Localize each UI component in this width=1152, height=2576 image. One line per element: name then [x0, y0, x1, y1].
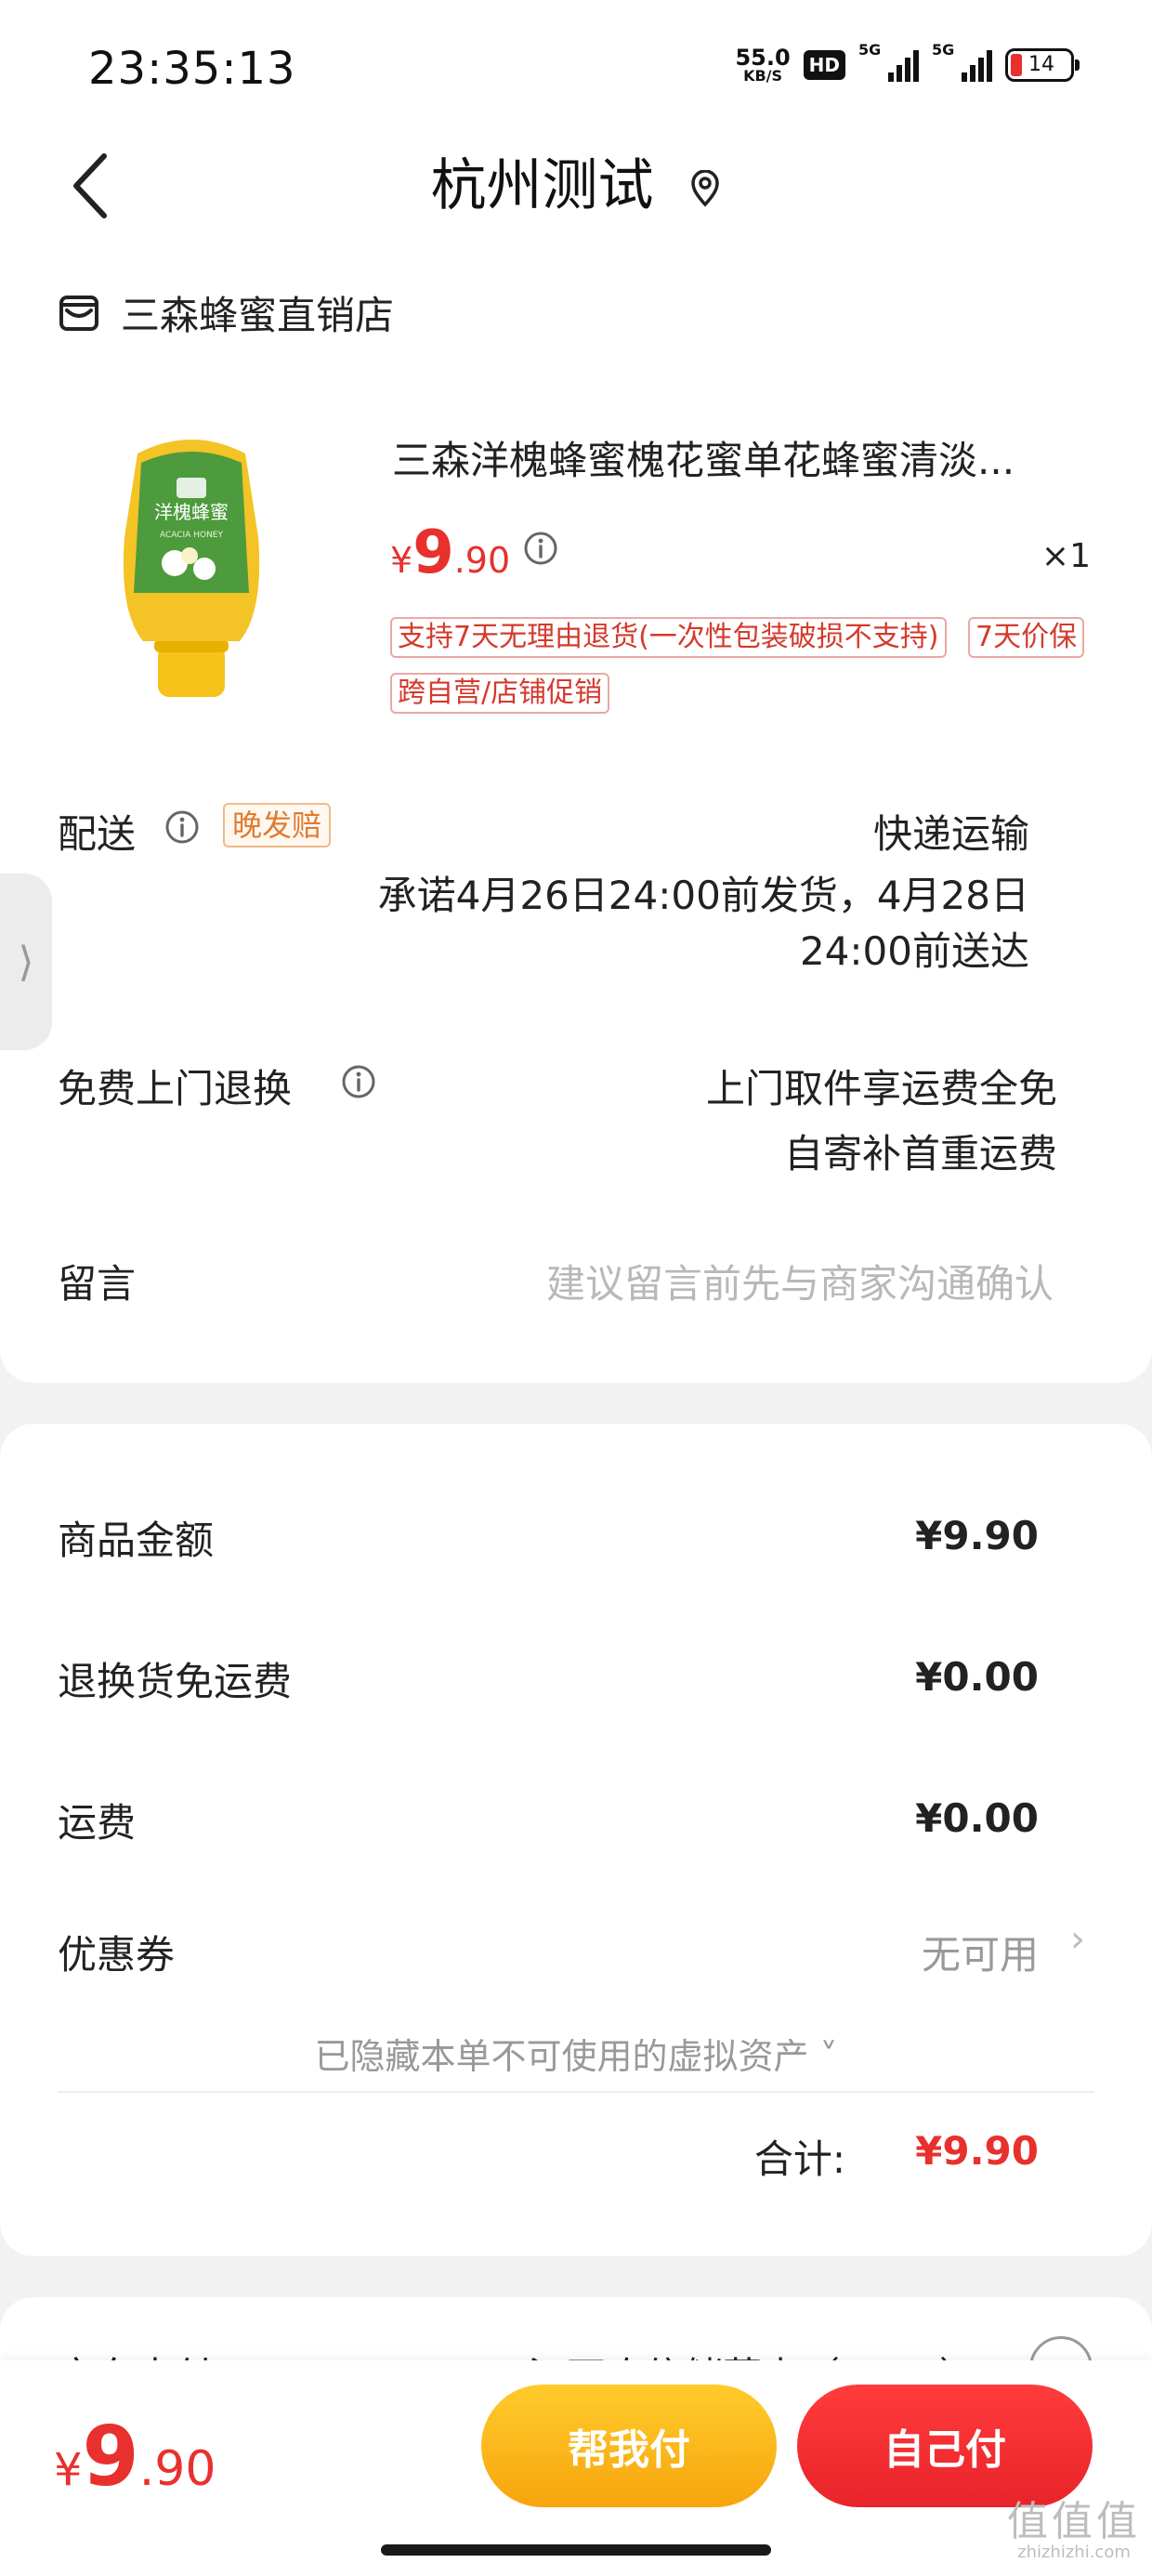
network-speed-unit: KB/S: [743, 67, 783, 85]
status-icons: 55.0 KB/S HD 5G 5G 14: [735, 41, 1080, 84]
signal-label-2: 5G: [932, 41, 955, 59]
shipping-label: 运费: [58, 1800, 137, 1846]
product-image[interactable]: 洋槐蜂蜜 ACACIA HONEY: [100, 426, 282, 704]
message-input[interactable]: 建议留言前先与商家沟通确认: [546, 1253, 1054, 1309]
promotion-tag: 跨自营/店铺促销: [390, 673, 610, 714]
bottom-total-price: ¥ 9 .90: [54, 2409, 216, 2504]
side-drawer-handle[interactable]: ⟩: [0, 874, 52, 1050]
chevron-right-icon: ⟩: [18, 938, 34, 986]
delivery-promise-line1: 承诺4月26日24:00前发货，4月28日: [377, 873, 1029, 918]
home-indicator[interactable]: [381, 2544, 771, 2556]
status-time: 23:35:13: [88, 43, 296, 95]
price-decimal: .90: [453, 540, 511, 581]
bottom-price-symbol: ¥: [54, 2444, 83, 2496]
coupon-label: 优惠券: [58, 1932, 176, 1978]
price-integer: 9: [412, 519, 454, 587]
signal-icon: 5G: [858, 41, 919, 82]
order-card: 三森蜂蜜直销店 洋槐蜂蜜 ACACIA HONEY 三森洋槐蜂蜜槐花蜜单花蜂蜜清…: [0, 251, 1152, 1383]
total-value: ¥9.90: [915, 2128, 1039, 2174]
product-image-sub: ACACIA HONEY: [160, 531, 224, 540]
shipping-value: ¥0.00: [915, 1795, 1039, 1841]
price-info-icon[interactable]: [522, 530, 559, 567]
battery-icon: 14: [1005, 48, 1080, 82]
signal-label: 5G: [858, 41, 882, 59]
total-label: 合计:: [753, 2136, 845, 2182]
free-exchange-line2: 自寄补首重运费: [783, 1131, 1057, 1176]
page-title-text: 杭州测试: [430, 153, 654, 218]
product-image-label: 洋槐蜂蜜: [154, 501, 229, 523]
store-icon: [59, 295, 98, 331]
network-speed: 55.0 KB/S: [735, 46, 790, 84]
store-name: 三森蜂蜜直销店: [121, 293, 395, 338]
price-symbol: ¥: [390, 540, 413, 581]
coupon-chevron-icon[interactable]: ›: [1070, 1918, 1085, 1961]
price-protection-tag: 7天价保: [968, 617, 1085, 658]
hidden-assets-toggle[interactable]: 已隐藏本单不可使用的虚拟资产 ˅: [0, 2028, 1152, 2079]
delivery-method[interactable]: 快递运输: [873, 803, 1029, 860]
price-summary-card: 商品金额 ¥9.90 退换货免运费 ¥0.00 运费 ¥0.00 优惠券 无可用…: [0, 1424, 1152, 2256]
delivery-promise-line2: 24:00前送达: [799, 928, 1029, 974]
goods-amount-label: 商品金额: [58, 1518, 215, 1563]
return-shipping-label: 退换货免运费: [58, 1659, 293, 1704]
bottom-price-decimal: .90: [138, 2441, 216, 2497]
signal-icon-2: 5G: [932, 41, 992, 82]
divider: [58, 2091, 1094, 2093]
free-exchange-line1: 上门取件享运费全免: [705, 1066, 1057, 1111]
bottom-price-integer: 9: [82, 2409, 139, 2504]
location-pin-icon: [690, 170, 719, 208]
watermark-url: zhizhizhi.com: [1017, 2543, 1131, 2562]
battery-level: 14: [1028, 53, 1054, 76]
product-quantity: ×1: [1041, 537, 1091, 575]
bottom-bar: ¥ 9 .90 帮我付 自己付 值值值 zhizhizhi.com: [0, 2360, 1152, 2576]
watermark: 值值值 zhizhizhi.com: [1007, 2498, 1141, 2563]
network-speed-value: 55.0: [735, 45, 791, 71]
delivery-info-icon[interactable]: [164, 808, 201, 846]
goods-amount-value: ¥9.90: [915, 1513, 1039, 1558]
status-bar: 23:35:13 55.0 KB/S HD 5G 5G 14: [0, 0, 1152, 130]
product-price: ¥ 9 .90: [390, 519, 510, 587]
watermark-text: 值值值: [1007, 2498, 1141, 2545]
help-me-pay-button[interactable]: 帮我付: [481, 2385, 777, 2507]
page-title[interactable]: 杭州测试: [0, 149, 1152, 223]
delivery-label: 配送: [58, 811, 137, 857]
store-header[interactable]: 三森蜂蜜直销店: [58, 284, 394, 341]
coupon-value[interactable]: 无可用: [922, 1924, 1039, 1980]
hd-icon: HD: [803, 50, 845, 80]
return-shipping-value: ¥0.00: [915, 1654, 1039, 1700]
exchange-info-icon[interactable]: [340, 1063, 377, 1100]
free-exchange-label: 免费上门退换: [58, 1066, 293, 1111]
product-title[interactable]: 三森洋槐蜂蜜槐花蜜单花蜂蜜清淡...: [392, 429, 1070, 486]
header: 杭州测试: [0, 130, 1152, 251]
message-label: 留言: [58, 1261, 137, 1307]
return-policy-tag: 支持7天无理由退货(一次性包装破损不支持): [390, 617, 947, 658]
pay-myself-button[interactable]: 自己付: [797, 2385, 1093, 2507]
late-delivery-badge[interactable]: 晚发赔: [223, 803, 332, 848]
